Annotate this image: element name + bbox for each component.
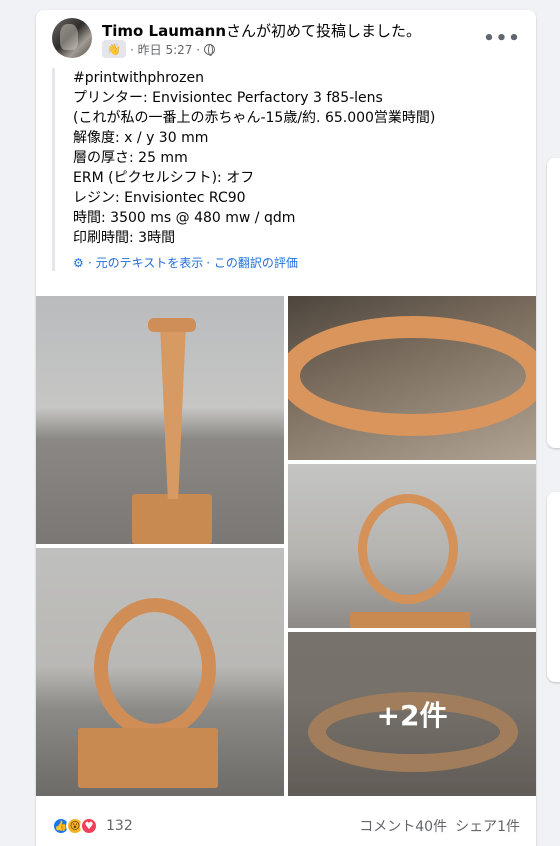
text-line: 解像度: x / y 30 mm [73,130,209,146]
text-line: 層の厚さ: 25 mm [73,150,188,166]
print-base [350,612,470,628]
author-suffix: さんが初めて投稿しました。 [226,22,422,40]
post-card: Timo Laumannさんが初めて投稿しました。 👋 · 昨日 5:27 · … [36,10,536,846]
wave-icon[interactable]: 👋 [102,40,126,58]
photo-more[interactable]: +2件 [288,632,536,796]
photo[interactable] [36,296,284,544]
print-base [132,494,212,544]
post-meta: 👋 · 昨日 5:27 · [102,40,216,58]
photo[interactable] [288,296,536,460]
translation-bar: ⚙ · 元のテキストを表示 · この翻訳の評価 [73,254,512,271]
show-original-link[interactable]: · 元のテキストを表示 [88,254,203,271]
reactions[interactable]: 👍 😮 ♥ 132 [52,817,133,835]
engagement-stats: コメント40件 シェア1件 [359,816,520,836]
post-footer: 👍 😮 ♥ 132 コメント40件 シェア1件 [52,806,520,846]
rate-translation-link[interactable]: · この翻訳の評価 [206,254,298,271]
text-line: 印刷時間: 3時間 [73,230,176,246]
reaction-count[interactable]: 132 [106,818,133,834]
print-support [160,324,186,499]
text-line: 時間: 3500 ms @ 480 mw / qdm [73,210,296,226]
more-photos-count[interactable]: +2件 [288,632,536,796]
gear-icon[interactable]: ⚙ [73,257,85,269]
adjacent-card [547,158,560,448]
photo-grid: +2件 [36,296,536,796]
love-icon: ♥ [80,817,98,835]
post-header: Timo Laumannさんが初めて投稿しました。 👋 · 昨日 5:27 · … [52,18,520,68]
text-line: プリンター: Envisiontec Perfactory 3 f85-lens [73,90,383,106]
ring [358,494,458,604]
text-line: レジン: Envisiontec RC90 [73,190,246,206]
text-line: (これが私の一番上の赤ちゃん-15歳/約. 65.000営業時間) [73,110,436,126]
shares-count[interactable]: シェア1件 [455,816,520,836]
author-line: Timo Laumannさんが初めて投稿しました。 [102,20,421,41]
text-line: ERM (ピクセルシフト): オフ [73,170,255,186]
comments-count[interactable]: コメント40件 [359,816,447,836]
adjacent-card [547,492,560,682]
more-options-button[interactable]: ••• [483,24,520,52]
globe-icon[interactable] [204,43,216,56]
print-base [78,728,218,788]
author-name[interactable]: Timo Laumann [102,22,226,40]
print-crown [148,318,196,332]
avatar[interactable] [52,18,92,58]
photo[interactable] [36,548,284,796]
hashtag-link[interactable]: #printwithphrozen [73,68,512,88]
post-time[interactable]: · 昨日 5:27 · [130,41,200,58]
photo[interactable] [288,464,536,628]
ring [94,598,216,738]
post-text: #printwithphrozen プリンター: Envisiontec Per… [52,68,512,271]
ring-band [288,316,536,436]
